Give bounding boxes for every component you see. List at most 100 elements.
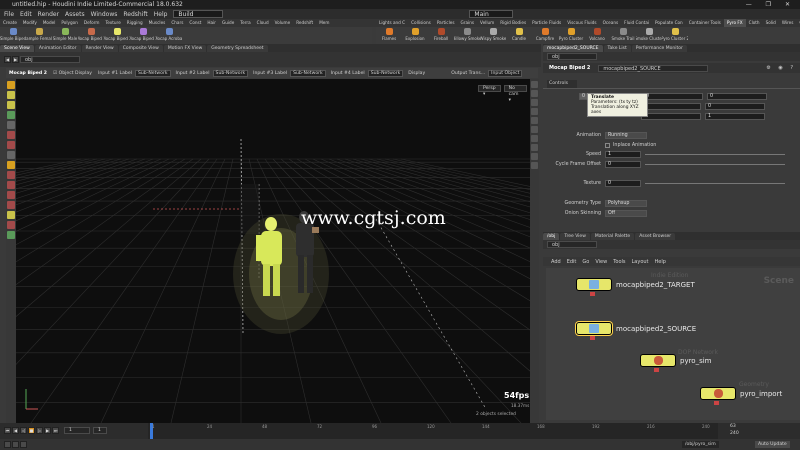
network-path[interactable]: obj (547, 241, 597, 248)
main-dropdown[interactable]: Main (469, 10, 514, 18)
pane-tab[interactable]: Performance Monitor (631, 45, 687, 52)
menu-render[interactable]: Render (38, 11, 59, 18)
node-body[interactable] (640, 354, 676, 367)
rotate-y[interactable]: 0 (641, 102, 701, 110)
shelf-tab[interactable]: Wires (779, 19, 797, 27)
lasso-tool-icon[interactable] (7, 201, 15, 209)
snap-tool-icon[interactable] (7, 151, 15, 159)
cycle-slider[interactable] (645, 163, 785, 165)
rotate-tool-icon[interactable] (7, 101, 15, 109)
shelf-tab[interactable]: Pyro FX (723, 19, 746, 27)
shelf-tool[interactable]: Volcano (584, 27, 610, 44)
speed-field[interactable]: 1 (605, 150, 641, 158)
scale-z[interactable]: 1 (705, 112, 765, 120)
ghost-icon[interactable] (531, 117, 538, 124)
persp-dropdown[interactable]: Persp ▾ (478, 85, 501, 97)
normals-icon[interactable] (531, 135, 538, 142)
translate-y[interactable]: 0 (643, 92, 703, 100)
shelf-tool[interactable]: Candle (506, 27, 532, 44)
shelf-tab[interactable]: Modify (20, 19, 40, 27)
cam-dropdown[interactable]: No cam ▾ (503, 85, 527, 103)
grid-icon[interactable] (531, 162, 538, 169)
shelf-tab[interactable]: Vellum (477, 19, 497, 27)
shelf-tab[interactable]: Deform (81, 19, 103, 27)
shelf-tab[interactable]: Grains (458, 19, 478, 27)
key-icon[interactable] (4, 441, 11, 448)
rotate-z[interactable]: 0 (705, 102, 765, 110)
shelf-tool[interactable]: Pyro Cluster (558, 27, 584, 44)
auto-update-button[interactable]: Auto Update (755, 441, 790, 448)
back-icon[interactable]: ◀ (4, 56, 11, 63)
geo-type-dropdown[interactable]: Polyhsup (605, 199, 647, 207)
network-menu-item[interactable]: Edit (567, 259, 577, 265)
paint-tool-icon[interactable] (7, 181, 15, 189)
shelf-tool[interactable]: Smoke Trail (610, 27, 636, 44)
menu-file[interactable]: File (4, 11, 14, 18)
pane-tab[interactable]: Geometry Spreadsheet (207, 45, 268, 52)
onion-dropdown[interactable]: Off (605, 209, 647, 217)
shelf-tab[interactable]: Collisions (408, 19, 434, 27)
node-body[interactable] (576, 278, 612, 291)
bg-icon[interactable] (531, 153, 538, 160)
shelf-tab[interactable]: Fluid Contai (621, 19, 652, 27)
node-mocap-source[interactable]: mocapbiped2_SOURCE (576, 322, 696, 335)
move-tool-icon[interactable] (7, 91, 15, 99)
network-menu-item[interactable]: Go (582, 259, 589, 265)
shelf-tool[interactable]: Explosion (402, 27, 428, 44)
menu-windows[interactable]: Windows (91, 11, 118, 18)
uv-icon[interactable] (531, 144, 538, 151)
select-tool-icon[interactable] (7, 81, 15, 89)
shelf-tab[interactable]: Create (0, 19, 20, 27)
points-icon[interactable] (531, 126, 538, 133)
pane-tab[interactable]: /obj (543, 233, 560, 240)
shelf-tab[interactable]: Volume (272, 19, 294, 27)
shelf-tab[interactable]: Texture (102, 19, 123, 27)
node-body[interactable] (576, 322, 612, 335)
scale-tool-icon[interactable] (7, 111, 15, 119)
lighting-icon[interactable] (531, 108, 538, 115)
network-menu-item[interactable]: View (595, 259, 607, 265)
translate-z[interactable]: 0 (707, 92, 767, 100)
shelf-tool[interactable]: Pyro Cluster 2 (662, 27, 688, 44)
texture-field[interactable]: 0 (605, 179, 641, 187)
shelf-tab[interactable]: Crowds (796, 19, 800, 27)
shelf-tab[interactable]: Terra (237, 19, 253, 27)
pane-tab[interactable]: mocapbiped2_SOURCE (543, 45, 603, 52)
shelf-tool[interactable]: Billowy Smoke (454, 27, 480, 44)
shelf-tool[interactable]: Smoke Cluster (636, 27, 662, 44)
desktop-dropdown[interactable]: Build (173, 10, 224, 18)
network-menu-item[interactable]: Add (551, 259, 561, 265)
shelf-tool[interactable]: Simple Biped (0, 27, 26, 44)
shelf-tab[interactable]: Guide (219, 19, 237, 27)
magnet-tool-icon[interactable] (7, 161, 15, 169)
range-end[interactable]: 240 (730, 431, 739, 436)
node-mocap-target[interactable]: mocapbiped2_TARGET (576, 278, 695, 291)
shelf-tab[interactable]: Mem (316, 19, 332, 27)
param-node-name[interactable]: mocapbiped2_SOURCE (598, 64, 709, 72)
step-back-icon[interactable]: ◀ (12, 427, 19, 434)
current-frame-field[interactable]: 1 (64, 427, 90, 434)
shelf-tab[interactable]: Cloth (746, 19, 763, 27)
play-back-icon[interactable]: ◁ (20, 427, 27, 434)
shelf-tool[interactable]: Simple Male (52, 27, 78, 44)
shelf-tab[interactable]: Particle Fluids (529, 19, 564, 27)
end-frame[interactable]: 63 (730, 424, 736, 429)
window-controls[interactable]: — ❐ ✕ (746, 0, 796, 9)
network-editor[interactable]: Scene Indie Edition DOP Network Geometry… (546, 268, 800, 420)
node-pyro-import[interactable]: pyro_import (700, 387, 782, 400)
gear-icon[interactable]: ⚙ ◉ ? (766, 65, 796, 71)
stop-icon[interactable]: ■ (28, 427, 35, 434)
shelf-tab[interactable]: Container Tools (686, 19, 724, 27)
shelf-tab[interactable]: Oceans (600, 19, 622, 27)
shelf-tool[interactable]: Fireball (428, 27, 454, 44)
texture-slider[interactable] (645, 182, 785, 184)
scale-y[interactable]: 1 (641, 112, 701, 120)
pane-tab[interactable]: Scene View (0, 45, 34, 52)
forward-icon[interactable]: ▶ (12, 56, 19, 63)
render-tool-icon[interactable] (7, 211, 15, 219)
pane-tab[interactable]: Material Palette (590, 233, 635, 240)
shelf-tool[interactable]: Mocap Acrobat (156, 27, 182, 44)
input-object-field[interactable]: Input Object (488, 69, 523, 77)
cycle-field[interactable]: 0 (605, 160, 641, 168)
speed-slider[interactable] (645, 153, 785, 155)
